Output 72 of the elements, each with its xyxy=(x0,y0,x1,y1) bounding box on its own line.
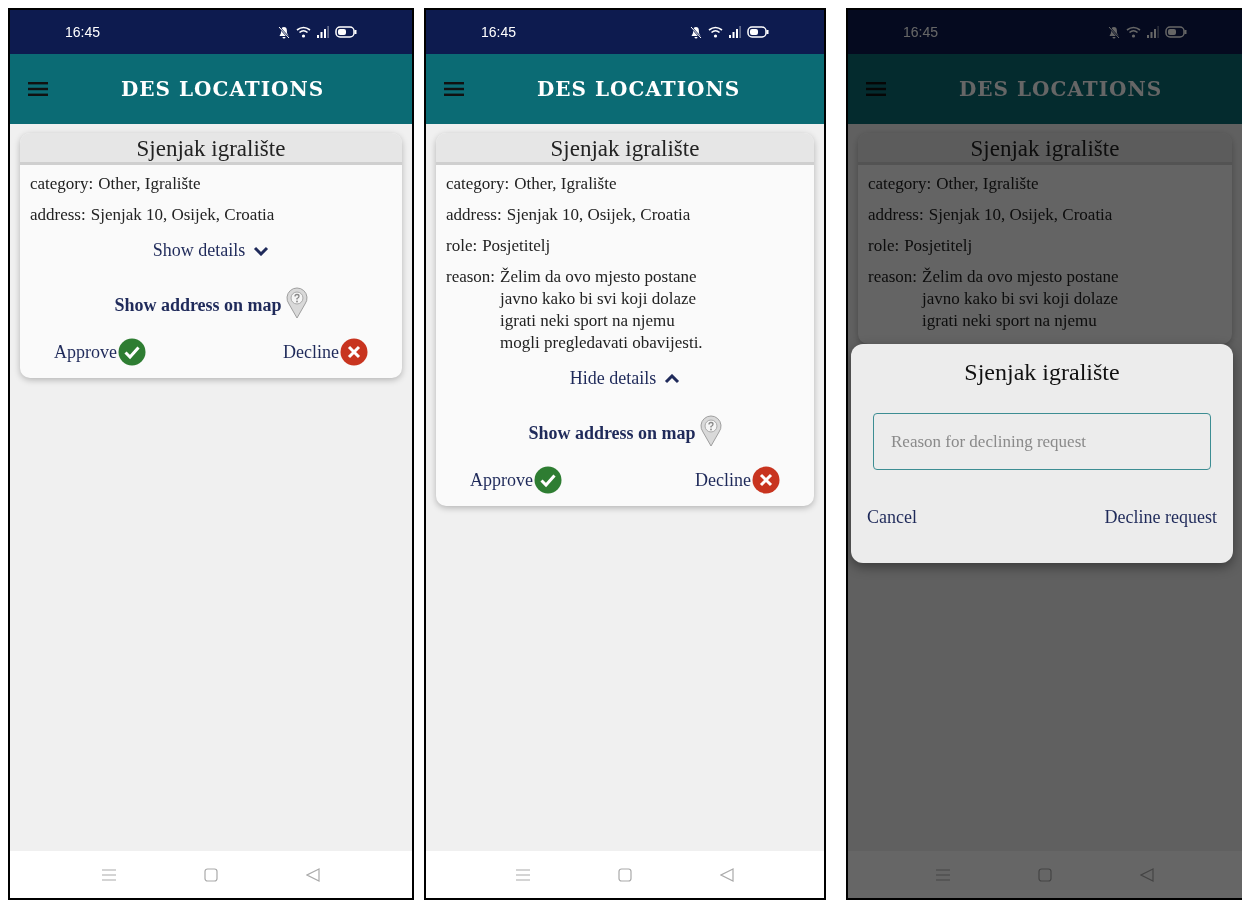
details-toggle[interactable]: Hide details xyxy=(569,365,681,392)
field-label: role: xyxy=(868,235,900,257)
decline-button[interactable]: Decline xyxy=(695,466,780,494)
square-icon[interactable] xyxy=(618,867,632,882)
map-pin-icon xyxy=(285,287,308,319)
decline-button[interactable]: Decline xyxy=(283,338,368,366)
field-value: Posjetitelj xyxy=(482,235,551,257)
field-label: category: xyxy=(868,173,932,195)
map-pin-icon xyxy=(699,415,722,447)
app-title: DES LOCATIONS xyxy=(537,76,741,103)
cancel-button[interactable]: Cancel xyxy=(859,500,925,535)
field-label: category: xyxy=(30,173,94,195)
field-label: address: xyxy=(446,204,502,226)
check-icon xyxy=(534,466,562,494)
menu-icon[interactable] xyxy=(516,868,530,881)
card-title: Sjenjak igralište xyxy=(550,136,700,161)
field-value: Other, Igralište xyxy=(98,173,201,195)
field-label: reason: xyxy=(446,266,496,288)
menu-icon[interactable] xyxy=(444,82,464,96)
bell-off-icon xyxy=(278,25,290,39)
menu-icon[interactable] xyxy=(866,82,886,96)
chevron-up-icon xyxy=(664,373,681,384)
status-time: 16:45 xyxy=(65,22,101,42)
check-icon xyxy=(118,338,146,366)
close-icon xyxy=(340,338,368,366)
chevron-down-icon xyxy=(253,245,270,256)
field-label: address: xyxy=(30,204,86,226)
square-icon[interactable] xyxy=(204,867,218,882)
wifi-icon xyxy=(1126,26,1141,38)
square-icon[interactable] xyxy=(1038,867,1052,882)
decline-request-button[interactable]: Decline request xyxy=(1096,500,1225,535)
signal-icon xyxy=(729,26,741,38)
field-value: Sjenjak 10, Osijek, Croatia xyxy=(90,204,275,226)
field-value: Sjenjak 10, Osijek, Croatia xyxy=(506,204,691,226)
signal-icon xyxy=(317,26,329,38)
status-time: 16:45 xyxy=(903,22,939,42)
battery-icon xyxy=(1165,26,1187,38)
back-icon[interactable] xyxy=(720,867,734,882)
field-value: Other, Igralište xyxy=(936,173,1039,195)
field-value: Želim da ovo mjesto postane javno kako bi svi koji dolaze igrati neki sport na njemu xyxy=(922,266,1119,332)
field-label: role: xyxy=(446,235,478,257)
bell-off-icon xyxy=(1108,25,1120,39)
field-label: category: xyxy=(446,173,510,195)
wifi-icon xyxy=(708,26,723,38)
signal-icon xyxy=(1147,26,1159,38)
battery-icon xyxy=(747,26,769,38)
dialog-title: Sjenjak igralište xyxy=(964,358,1120,387)
field-label: address: xyxy=(868,204,924,226)
map-link[interactable]: Show address on map xyxy=(528,415,722,447)
close-icon xyxy=(752,466,780,494)
field-label: reason: xyxy=(868,266,918,288)
field-value: Sjenjak 10, Osijek, Croatia xyxy=(928,204,1113,226)
card-title: Sjenjak igralište xyxy=(970,136,1120,161)
status-time: 16:45 xyxy=(481,22,517,42)
menu-icon[interactable] xyxy=(102,868,116,881)
wifi-icon xyxy=(296,26,311,38)
app-title: DES LOCATIONS xyxy=(959,76,1163,103)
field-value: Other, Igralište xyxy=(514,173,617,195)
battery-icon xyxy=(335,26,357,38)
field-value: Posjetitelj xyxy=(904,235,973,257)
map-link[interactable]: Show address on map xyxy=(114,287,308,319)
back-icon[interactable] xyxy=(306,867,320,882)
reason-field[interactable]: Reason for declining request xyxy=(873,413,1211,470)
back-icon[interactable] xyxy=(1140,867,1154,882)
field-value: Želim da ovo mjesto postane javno kako bi svi koji dolaze igrati neki sport na njemu mogli pregledavati obavijesti. xyxy=(500,266,703,354)
details-toggle[interactable]: Show details xyxy=(152,237,270,264)
app-title: DES LOCATIONS xyxy=(121,76,325,103)
approve-button[interactable]: Approve xyxy=(470,466,562,494)
bell-off-icon xyxy=(690,25,702,39)
approve-button[interactable]: Approve xyxy=(54,338,146,366)
menu-icon[interactable] xyxy=(28,82,48,96)
card-title: Sjenjak igralište xyxy=(136,136,286,161)
